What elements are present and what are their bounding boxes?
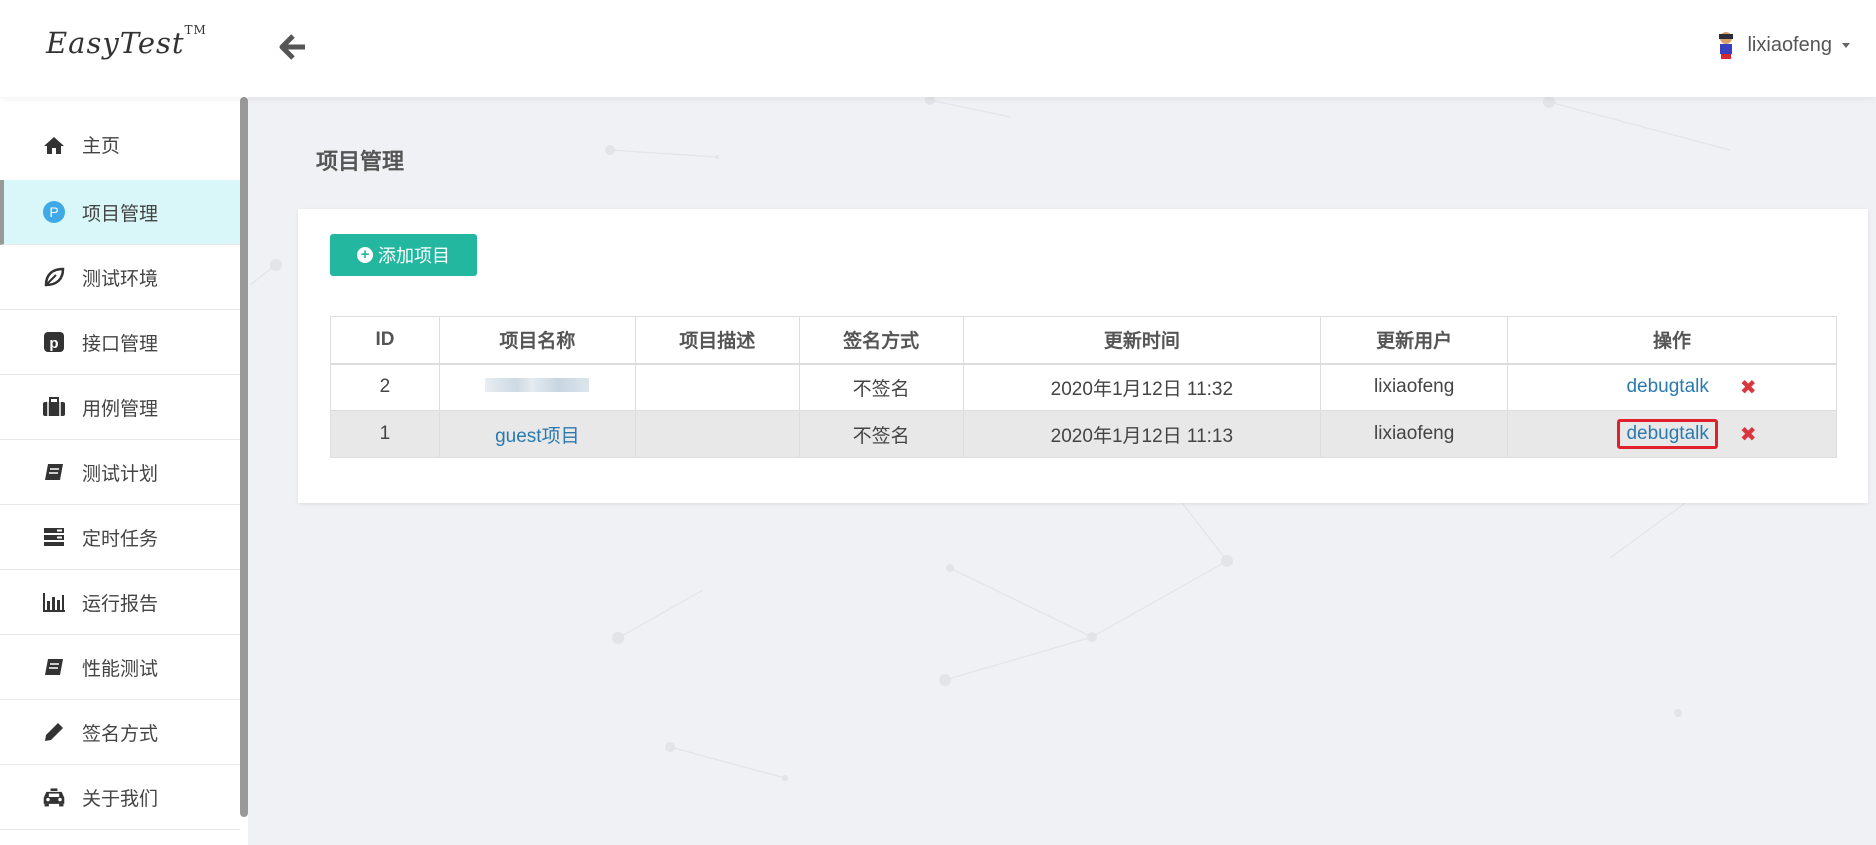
column-header-name: 项目名称 (438, 316, 636, 365)
cell-user: lixiaofeng (1320, 363, 1509, 411)
cell-sign: 不签名 (798, 410, 964, 458)
bar-chart-icon (42, 590, 66, 614)
cell-user: lixiaofeng (1320, 410, 1509, 458)
column-header-sign: 签名方式 (798, 316, 964, 365)
sidebar-item-api[interactable]: p 接口管理 (0, 310, 240, 375)
server-icon (42, 525, 66, 549)
cell-id: 2 (330, 363, 440, 411)
sidebar-item-label: 测试计划 (82, 463, 159, 485)
cell-sign: 不签名 (798, 363, 964, 411)
sidebar: 主页 P 项目管理 测试环境 p 接口管理 用例管理 测试计划 定时任务 运行报… (0, 97, 248, 845)
sidebar-item-label: 接口管理 (82, 333, 159, 355)
sidebar-item-label: 运行报告 (82, 593, 159, 615)
project-p-icon: P (42, 200, 66, 224)
sidebar-item-plan[interactable]: 测试计划 (0, 440, 240, 505)
sidebar-item-report[interactable]: 运行报告 (0, 570, 240, 635)
blurred-project-name[interactable] (485, 378, 590, 393)
svg-text:p: p (49, 335, 58, 352)
top-header: EasyTestTM lixiaofeng (0, 0, 1876, 97)
sidebar-item-schedule[interactable]: 定时任务 (0, 505, 240, 570)
sidebar-scrollbar[interactable] (240, 97, 248, 817)
project-panel: + 添加项目 ID 项目名称 项目描述 签名方式 更新时间 更新用户 操作 2 … (298, 209, 1868, 503)
user-menu[interactable]: lixiaofeng (1715, 30, 1850, 60)
cell-updated: 2020年1月12日 11:32 (962, 363, 1322, 411)
suitcase-icon (42, 395, 66, 419)
add-project-label: 添加项目 (378, 246, 450, 266)
taxi-icon (42, 785, 66, 809)
sidebar-item-about[interactable]: 关于我们 (0, 765, 240, 830)
add-project-button[interactable]: + 添加项目 (330, 234, 477, 276)
app-logo[interactable]: EasyTestTM (46, 23, 207, 60)
sidebar-item-label: 定时任务 (82, 528, 159, 550)
username-label: lixiaofeng (1747, 33, 1832, 56)
sidebar-item-label: 测试环境 (82, 268, 159, 290)
home-icon (42, 133, 66, 157)
cell-actions: debugtalk ✖ (1507, 363, 1837, 411)
sidebar-item-project[interactable]: P 项目管理 (0, 180, 240, 245)
cell-id: 1 (330, 410, 440, 458)
sidebar-item-home[interactable]: 主页 (0, 112, 240, 177)
sidebar-item-label: 主页 (82, 136, 121, 157)
dropdown-caret-icon (1842, 42, 1850, 48)
column-header-id: ID (330, 316, 440, 365)
column-header-user: 更新用户 (1320, 316, 1509, 365)
table-header-row: ID 项目名称 项目描述 签名方式 更新时间 更新用户 操作 (330, 316, 1837, 365)
cell-desc (634, 363, 800, 411)
sidebar-item-label: 项目管理 (82, 203, 159, 225)
cell-desc (634, 410, 800, 458)
debugtalk-link[interactable]: debugtalk (1617, 375, 1717, 399)
column-header-desc: 项目描述 (634, 316, 800, 365)
leaf-icon (42, 265, 66, 289)
pinterest-icon: p (42, 330, 66, 354)
sidebar-item-label: 用例管理 (82, 398, 159, 420)
cell-actions: debugtalk ✖ (1507, 410, 1837, 458)
plus-circle-icon: + (357, 247, 373, 263)
sidebar-item-signature[interactable]: 签名方式 (0, 700, 240, 765)
cell-name[interactable] (438, 363, 636, 411)
table-row: 2 不签名 2020年1月12日 11:32 lixiaofeng debugt… (330, 363, 1837, 411)
sidebar-item-label: 签名方式 (82, 723, 159, 745)
user-avatar (1719, 32, 1734, 59)
cell-updated: 2020年1月12日 11:13 (962, 410, 1322, 458)
column-header-updated: 更新时间 (962, 316, 1322, 365)
debugtalk-link[interactable]: debugtalk (1617, 419, 1718, 449)
pencil-icon (42, 720, 66, 744)
project-name-link[interactable]: guest项目 (495, 426, 579, 447)
book-icon (42, 460, 66, 484)
logo-text: EasyTest (46, 26, 185, 60)
back-arrow-icon[interactable] (278, 32, 308, 62)
svg-text:P: P (49, 204, 58, 220)
book-icon (42, 655, 66, 679)
cell-name: guest项目 (438, 410, 636, 458)
sidebar-item-label: 性能测试 (82, 658, 159, 680)
table-row: 1 guest项目 不签名 2020年1月12日 11:13 lixiaofen… (330, 410, 1837, 458)
project-table: ID 项目名称 项目描述 签名方式 更新时间 更新用户 操作 2 不签名 202… (330, 316, 1837, 458)
column-header-actions: 操作 (1507, 316, 1837, 365)
delete-icon[interactable]: ✖ (1740, 375, 1757, 400)
logo-trademark: TM (184, 23, 207, 38)
sidebar-item-case[interactable]: 用例管理 (0, 375, 240, 440)
page-title: 项目管理 (316, 149, 405, 174)
delete-icon[interactable]: ✖ (1740, 422, 1757, 447)
sidebar-item-env[interactable]: 测试环境 (0, 245, 240, 310)
sidebar-item-label: 关于我们 (82, 788, 159, 810)
sidebar-item-performance[interactable]: 性能测试 (0, 635, 240, 700)
